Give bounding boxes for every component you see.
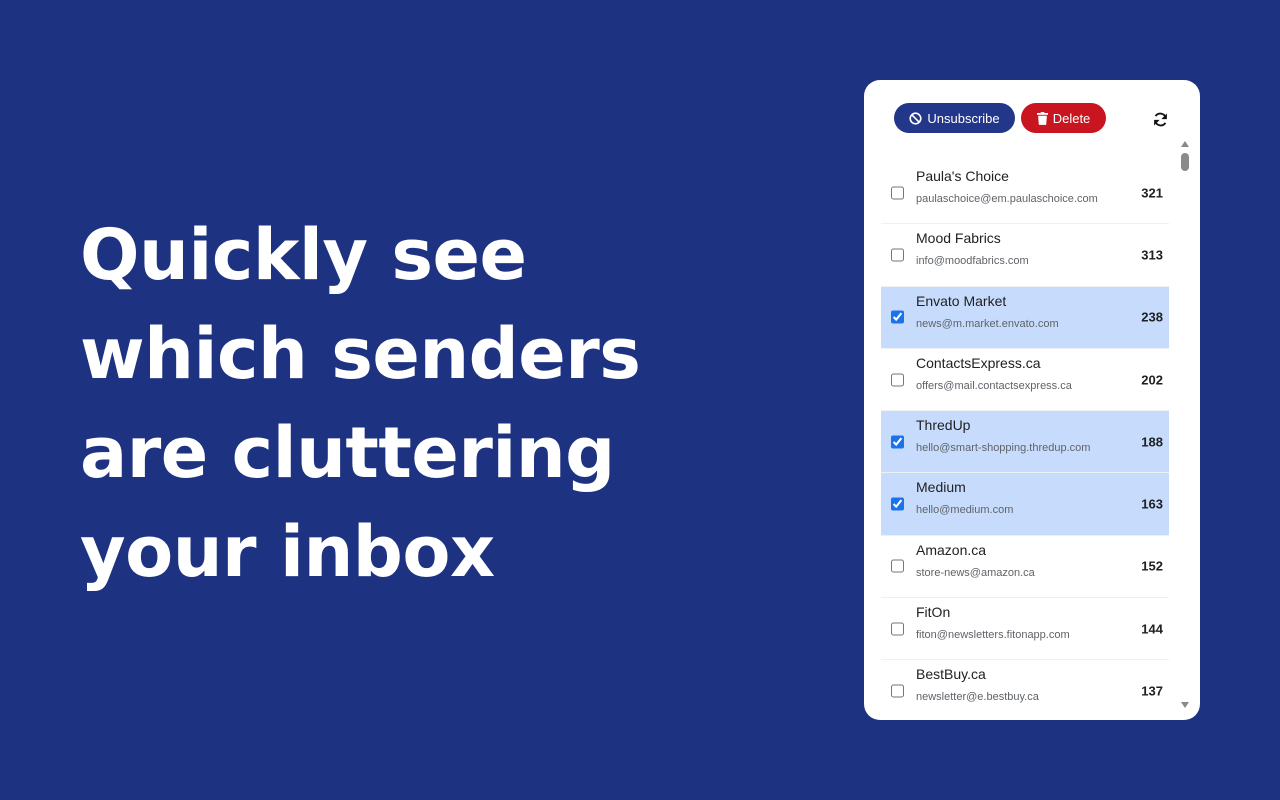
sender-name: FitOn	[916, 604, 951, 621]
scroll-up-arrow-icon[interactable]	[1181, 141, 1189, 147]
sender-count: 163	[1141, 496, 1163, 512]
sender-name: ContactsExpress.ca	[916, 354, 1041, 371]
sender-email: info@moodfabrics.com	[916, 255, 1029, 268]
sender-name: Paula's Choice	[916, 168, 1009, 184]
sender-checkbox[interactable]	[891, 248, 904, 262]
sender-row[interactable]: ThredUp hello@smart-shopping.thredup.com…	[881, 411, 1169, 474]
sender-panel: Unsubscribe Delete Paula's Choice paulas…	[864, 80, 1200, 720]
sender-email: offers@mail.contactsexpress.ca	[916, 379, 1072, 392]
refresh-button[interactable]	[1148, 107, 1172, 131]
sender-row[interactable]: Paula's Choice paulaschoice@em.paulascho…	[881, 162, 1169, 225]
sender-count: 321	[1141, 185, 1163, 201]
scroll-down-arrow-icon[interactable]	[1181, 702, 1189, 708]
delete-label: Delete	[1052, 110, 1091, 126]
sender-row[interactable]: Envato Market news@m.market.envato.com 2…	[881, 286, 1169, 349]
toolbar: Unsubscribe Delete	[864, 80, 1200, 148]
delete-button[interactable]: Delete	[1021, 103, 1106, 133]
refresh-icon	[1153, 112, 1167, 126]
scrollbar[interactable]	[1178, 138, 1192, 710]
trash-icon	[1036, 111, 1048, 125]
sender-count: 313	[1141, 247, 1163, 263]
sender-name: ThredUp	[916, 417, 971, 434]
sender-name: BestBuy.ca	[916, 666, 986, 683]
sender-row[interactable]: Amazon.ca store-news@amazon.ca 152	[881, 535, 1169, 599]
unsubscribe-button[interactable]: Unsubscribe	[894, 103, 1015, 133]
sender-email: newsletter@e.bestbuy.ca	[916, 691, 1039, 704]
sender-checkbox[interactable]	[891, 310, 904, 324]
sender-count: 137	[1141, 683, 1163, 699]
headline: Quickly see which senders are cluttering…	[80, 214, 641, 593]
sender-count: 188	[1141, 434, 1163, 450]
sender-checkbox[interactable]	[891, 497, 904, 511]
sender-row[interactable]: BestBuy.ca newsletter@e.bestbuy.ca 137	[881, 660, 1169, 720]
sender-email: fiton@newsletters.fitonapp.com	[916, 629, 1070, 642]
sender-email: hello@medium.com	[916, 504, 1014, 517]
sender-email: store-news@amazon.ca	[916, 566, 1035, 579]
sender-name: Medium	[916, 479, 966, 496]
sender-name: Amazon.ca	[916, 541, 987, 558]
sender-name: Envato Market	[916, 292, 1007, 309]
sender-list: Paula's Choice paulaschoice@em.paulascho…	[881, 162, 1169, 720]
sender-count: 202	[1141, 372, 1163, 388]
sender-email: news@m.market.envato.com	[916, 317, 1059, 330]
sender-count: 152	[1141, 558, 1163, 574]
unsubscribe-label: Unsubscribe	[927, 110, 1000, 126]
sender-checkbox[interactable]	[891, 684, 904, 698]
sender-checkbox[interactable]	[891, 373, 904, 387]
sender-row[interactable]: Mood Fabrics info@moodfabrics.com 313	[881, 224, 1169, 287]
scroll-thumb[interactable]	[1181, 153, 1189, 171]
sender-row[interactable]: Medium hello@medium.com 163	[881, 473, 1169, 536]
sender-checkbox[interactable]	[891, 186, 904, 200]
sender-count: 144	[1141, 621, 1163, 637]
sender-email: paulaschoice@em.paulaschoice.com	[916, 193, 1098, 205]
sender-row[interactable]: FitOn fiton@newsletters.fitonapp.com 144	[881, 598, 1169, 661]
sender-checkbox[interactable]	[891, 435, 904, 449]
sender-checkbox[interactable]	[891, 559, 904, 573]
block-icon	[909, 111, 922, 125]
sender-name: Mood Fabrics	[916, 230, 1001, 247]
sender-count: 238	[1141, 309, 1163, 325]
sender-row[interactable]: ContactsExpress.ca offers@mail.contactse…	[881, 348, 1169, 412]
sender-email: hello@smart-shopping.thredup.com	[916, 442, 1091, 455]
sender-checkbox[interactable]	[891, 622, 904, 636]
